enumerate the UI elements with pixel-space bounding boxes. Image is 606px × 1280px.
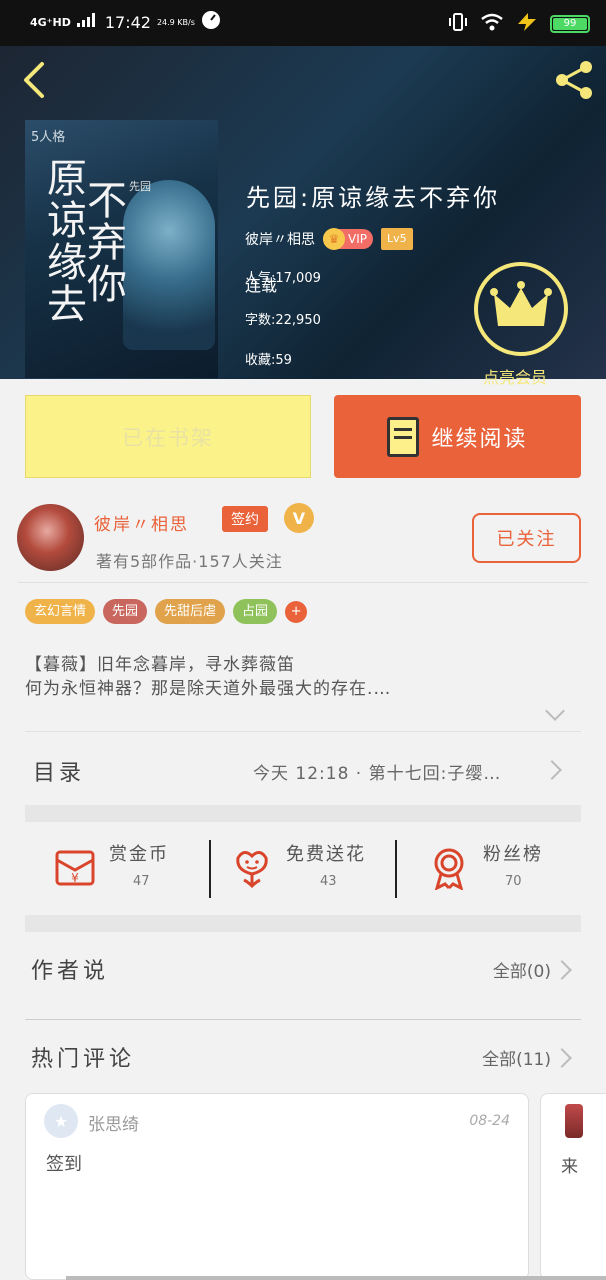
vip-label: VIP [348, 232, 367, 246]
toc-title: 目录 [33, 761, 86, 786]
reward-label: 赏金币 [109, 844, 169, 865]
comment-date: 08-24 [469, 1113, 510, 1129]
user-avatar[interactable] [565, 1104, 583, 1138]
signal-icon [76, 13, 99, 31]
add-tag-button[interactable]: + [285, 601, 308, 623]
author-says-title: 作者说 [31, 959, 110, 984]
author-row: 彼岸〃相思 ♛ VIP Lv5 [245, 228, 413, 250]
tag-chip[interactable]: 先甜后虐 [155, 599, 226, 624]
favorites-count: 收藏:59 [245, 353, 292, 368]
status-left: 4G⁺HD 17:42 24.9 KB/s [30, 10, 221, 34]
book-icon [387, 416, 420, 457]
author-card: 彼岸〃相思 签约 V 著有5部作品·157人关注 已关注 [0, 498, 606, 582]
back-arrow-icon [24, 62, 44, 98]
comment-user[interactable]: 张思绮 [88, 1110, 139, 1135]
hot-comments-row[interactable]: 热门评论 全部(11) [25, 1023, 581, 1093]
vibrate-icon [448, 12, 468, 36]
flower-count: 43 [320, 874, 337, 889]
red-envelope-icon: ¥ [53, 846, 97, 890]
cover-figure [123, 180, 215, 350]
divider [18, 582, 588, 583]
comment-body: 来 [561, 1157, 578, 1177]
author-meta: 著有5部作品·157人关注 [96, 552, 283, 571]
chevron-right-icon [542, 760, 562, 780]
reward-coins-button[interactable]: ¥ 赏金币 47 [53, 840, 213, 910]
battery-level: 99 [563, 18, 577, 29]
continue-reading-label: 继续阅读 [431, 426, 528, 452]
crown-icon [490, 281, 552, 326]
fan-ranking-count: 70 [505, 874, 522, 889]
book-cover[interactable]: 5人格 原谅缘去 不弃你 先园 [25, 120, 218, 378]
book-header: 5人格 原谅缘去 不弃你 先园 先园:原谅缘去不弃你 彼岸〃相思 ♛ VIP L… [0, 46, 606, 387]
comment-card[interactable]: 来 [540, 1093, 606, 1280]
cover-subtitle: 先园 [129, 180, 151, 193]
hot-comments-more: 全部(11) [482, 1050, 551, 1070]
comment-body: 签到 [46, 1154, 82, 1175]
separator [209, 840, 211, 898]
popularity: 人气:17,009 [245, 271, 321, 286]
author-avatar[interactable] [17, 504, 84, 571]
speedometer-icon [201, 10, 221, 34]
book-author[interactable]: 彼岸〃相思 [245, 229, 315, 249]
svg-text:¥: ¥ [71, 871, 79, 885]
table-of-contents-row[interactable]: 目录 今天 12:18 · 第十七回:子缨… [25, 733, 581, 805]
chevron-right-icon [552, 1048, 572, 1068]
vip-badge: ♛ VIP [323, 228, 373, 250]
signed-badge: 签约 [222, 506, 268, 532]
synopsis-line1: 【暮薇】旧年念暮岸，寻水葬薇笛 [25, 655, 295, 675]
battery-icon: 99 [550, 15, 590, 33]
level-badge: Lv5 [380, 228, 413, 250]
continue-reading-button[interactable]: 继续阅读 [334, 395, 581, 478]
synopsis-line2: 何为永恒神器？那是除天道外最强大的存在.… [25, 679, 392, 699]
share-icon [556, 61, 592, 99]
synopsis[interactable]: 【暮薇】旧年念暮岸，寻水葬薇笛 何为永恒神器？那是除天道外最强大的存在.… [25, 653, 585, 701]
latest-chapter: 今天 12:18 · 第十七回:子缨… [253, 764, 502, 784]
author-says-row[interactable]: 作者说 全部(0) [25, 935, 581, 1005]
network-indicator: 4G⁺HD [30, 15, 71, 29]
verified-badge-icon: V [284, 503, 314, 533]
fan-ranking-label: 粉丝榜 [483, 844, 543, 865]
book-title: 先园:原谅缘去不弃你 [246, 184, 501, 212]
crown-icon: ♛ [323, 228, 345, 250]
tag-chip[interactable]: 玄幻言情 [25, 599, 96, 624]
clock: 17:42 [104, 12, 151, 32]
section-band [25, 915, 581, 932]
member-button[interactable] [474, 262, 568, 356]
reward-count: 47 [133, 874, 150, 889]
wifi-icon [480, 13, 504, 35]
back-button[interactable] [18, 60, 48, 100]
comment-card[interactable]: ★ 张思绮 08-24 签到 [25, 1093, 529, 1280]
cover-brand: 5人格 [31, 130, 66, 145]
status-right: 99 [448, 12, 590, 36]
author-says-more: 全部(0) [492, 962, 551, 982]
user-avatar-icon[interactable]: ★ [44, 1104, 78, 1138]
share-button[interactable] [552, 58, 596, 102]
separator [395, 840, 397, 898]
tag-chip[interactable]: 占园 [233, 599, 278, 624]
status-bar: 4G⁺HD 17:42 24.9 KB/s 99 [0, 0, 606, 46]
fan-ranking-button[interactable]: 粉丝榜 70 [427, 840, 577, 910]
in-shelf-button[interactable]: 已在书架 [25, 395, 311, 478]
flower-label: 免费送花 [286, 844, 366, 865]
expand-chevron-icon[interactable] [545, 701, 565, 721]
hot-comments-title: 热门评论 [31, 1047, 136, 1072]
tag-chip[interactable]: 先园 [103, 599, 148, 624]
follow-button[interactable]: 已关注 [472, 513, 581, 563]
medal-icon [427, 846, 471, 891]
send-flower-button[interactable]: 免费送花 43 [230, 840, 400, 910]
word-count: 字数:22,950 [245, 313, 321, 328]
divider [25, 1019, 581, 1020]
author-name[interactable]: 彼岸〃相思 [94, 510, 189, 535]
scroll-indicator [66, 1276, 606, 1280]
section-band [25, 805, 581, 822]
cover-title-line2: 不弃你 [87, 178, 127, 308]
network-speed: 24.9 KB/s [156, 17, 195, 27]
chevron-right-icon [552, 960, 572, 980]
member-label[interactable]: 点亮会员 [483, 364, 547, 388]
tag-list: 玄幻言情 先园 先甜后虐 占园 + [25, 599, 308, 624]
cover-title-line1: 原谅缘去 [47, 156, 87, 328]
divider [25, 731, 581, 732]
flower-icon [230, 846, 274, 890]
charging-icon [516, 13, 538, 35]
